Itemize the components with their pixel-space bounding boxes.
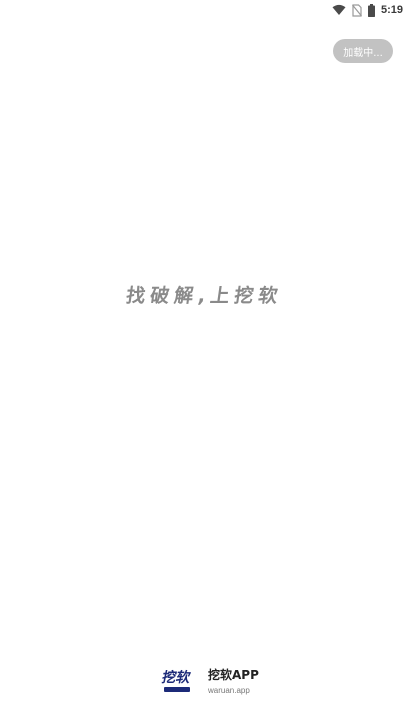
app-name: 挖软APP [208,668,259,682]
status-icons: 5:19 [332,2,403,18]
footer-texts: 挖软APP waruan.app [208,668,259,697]
status-time: 5:19 [380,4,403,16]
logo-text: 挖软 [160,669,192,686]
wifi-icon [332,4,346,16]
loading-button[interactable]: 加载中... [333,39,393,63]
battery-icon [367,3,375,17]
app-domain: waruan.app [208,686,250,695]
logo-underline [164,686,190,692]
no-sim-icon [352,3,362,17]
app-logo: 挖软 [160,670,194,696]
slogan-text: 找破解,上挖软 [124,285,284,307]
status-bar: 5:19 [0,0,409,20]
footer: 挖软 挖软APP waruan.app [160,668,259,697]
